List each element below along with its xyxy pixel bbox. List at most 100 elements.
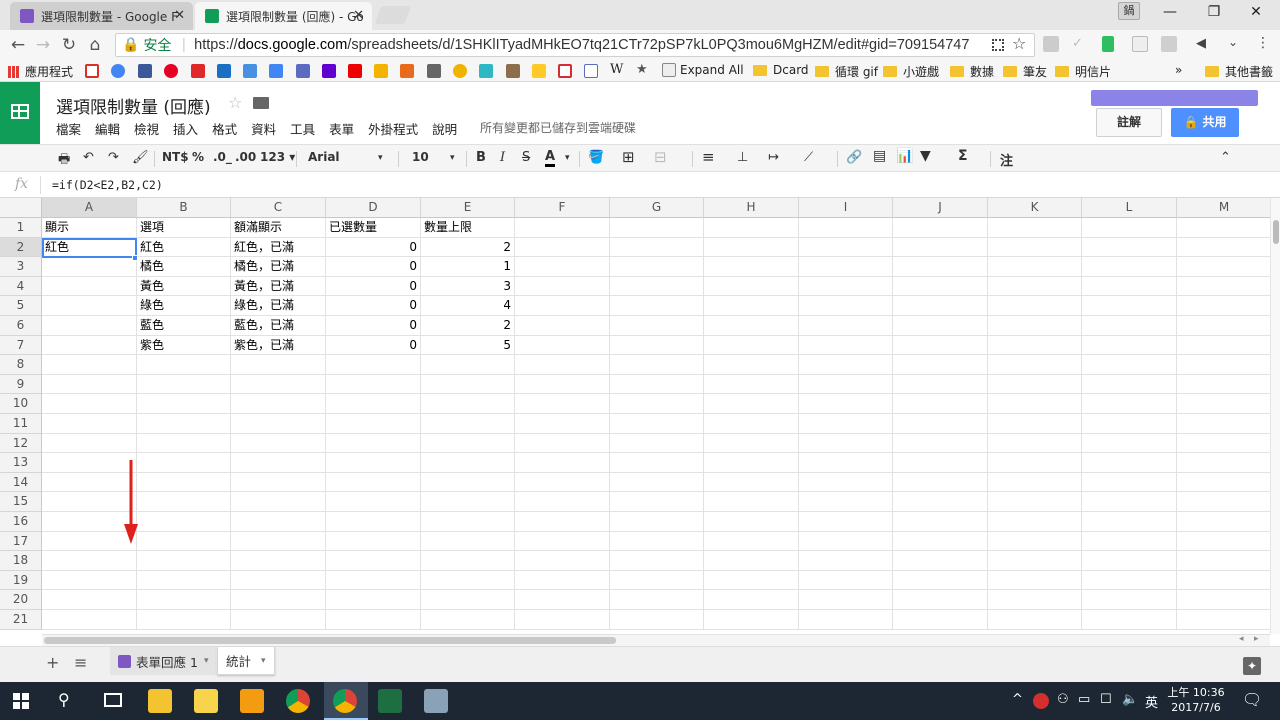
cell-g15[interactable] [610, 492, 704, 512]
cell-d17[interactable] [326, 531, 421, 552]
menu-insert[interactable]: 插入 [173, 119, 198, 138]
sheet-tab-form-responses[interactable]: 表單回應 1 ▾ [110, 647, 217, 675]
cell-m20[interactable] [1177, 590, 1270, 610]
cell-m14[interactable] [1177, 473, 1270, 493]
cell-j19[interactable] [893, 570, 988, 591]
cell-h20[interactable] [704, 590, 799, 610]
cell-i9[interactable] [799, 374, 893, 395]
cell-m15[interactable] [1177, 492, 1270, 512]
menu-form[interactable]: 表單 [329, 119, 354, 138]
cell-k8[interactable] [988, 355, 1082, 375]
italic-button[interactable]: I [500, 150, 505, 165]
cell-f14[interactable] [515, 472, 610, 493]
cell-f5[interactable] [515, 296, 610, 316]
cell-j21[interactable] [893, 610, 988, 630]
star-icon[interactable]: ☆ [228, 93, 242, 112]
cell-e15[interactable] [421, 492, 515, 512]
cell-c8[interactable] [231, 355, 326, 375]
extension-check-icon[interactable]: ✓ [1072, 36, 1088, 52]
cell-d11[interactable] [326, 414, 421, 434]
cell-i10[interactable] [799, 394, 893, 414]
link-icon[interactable]: 🔗 [846, 150, 862, 165]
cell-c12[interactable] [231, 433, 326, 454]
cell-d16[interactable] [326, 512, 421, 532]
menu-help[interactable]: 說明 [432, 119, 457, 138]
cell-b17[interactable] [137, 531, 231, 552]
excel-icon[interactable] [378, 689, 402, 713]
share-button[interactable]: 🔒 共用 [1171, 108, 1239, 137]
cell-l9[interactable] [1082, 374, 1177, 395]
cell-e4[interactable]: 3 [421, 276, 515, 297]
cell-b3[interactable]: 橘色 [137, 257, 231, 277]
cell-g11[interactable] [610, 414, 704, 434]
cell-l7[interactable] [1082, 335, 1177, 356]
cell-e17[interactable] [421, 531, 515, 552]
column-header-a[interactable]: A [42, 198, 137, 218]
cell-l6[interactable] [1082, 316, 1177, 336]
cell-i3[interactable] [799, 257, 893, 277]
cell-a8[interactable] [42, 355, 137, 375]
cell-a3[interactable] [42, 257, 137, 277]
column-header-c[interactable]: C [231, 198, 326, 218]
menu-addons[interactable]: 外掛程式 [368, 119, 418, 138]
cell-e5[interactable]: 4 [421, 296, 515, 316]
column-header-h[interactable]: H [704, 198, 799, 218]
cell-e12[interactable] [421, 433, 515, 454]
scroll-right-icon[interactable]: ▸ [1254, 634, 1259, 644]
yahoo-icon[interactable] [322, 64, 336, 78]
ime-indicator[interactable]: 英 [1145, 692, 1158, 711]
cell-j17[interactable] [893, 531, 988, 552]
extension-icon[interactable] [1043, 36, 1059, 52]
cell-a10[interactable] [42, 394, 137, 414]
cell-g9[interactable] [610, 374, 704, 395]
cell-c3[interactable]: 橘色，已滿 [231, 257, 326, 277]
user-badge[interactable]: 鍋 [1118, 2, 1140, 20]
column-header-d[interactable]: D [326, 198, 421, 218]
search-icon[interactable]: ⚲ [58, 690, 70, 709]
cell-i18[interactable] [799, 551, 893, 571]
cell-f13[interactable] [515, 453, 610, 473]
cell-g16[interactable] [610, 512, 704, 532]
cell-g21[interactable] [610, 610, 704, 630]
bold-button[interactable]: B [476, 150, 486, 165]
cell-k13[interactable] [988, 453, 1082, 473]
cell-f16[interactable] [515, 512, 610, 532]
merge-cells-icon[interactable]: ⊟ [654, 148, 667, 166]
cell-i6[interactable] [799, 316, 893, 336]
chevron-down-icon[interactable]: ⌄ [1228, 35, 1238, 49]
cell-k11[interactable] [988, 414, 1082, 434]
cell-g20[interactable] [610, 590, 704, 610]
cell-l5[interactable] [1082, 296, 1177, 316]
origami-icon[interactable] [400, 64, 414, 78]
cell-c11[interactable] [231, 414, 326, 434]
print-icon[interactable]: 🖶 [58, 150, 70, 172]
cell-l3[interactable] [1082, 257, 1177, 277]
cell-e21[interactable] [421, 610, 515, 630]
cell-j13[interactable] [893, 453, 988, 473]
cell-a12[interactable] [42, 433, 137, 454]
cell-b7[interactable]: 紫色 [137, 335, 231, 356]
restore-button[interactable]: ❐ [1194, 4, 1234, 20]
row-header[interactable]: 21 [0, 610, 42, 630]
cell-b18[interactable] [137, 551, 231, 571]
cell-h7[interactable] [704, 335, 799, 356]
cell-m1[interactable] [1177, 218, 1270, 238]
cell-m2[interactable] [1177, 238, 1270, 258]
close-tab-icon[interactable]: ✕ [174, 8, 185, 23]
text-wrap-icon[interactable]: ↦ [768, 150, 779, 165]
cell-h9[interactable] [704, 374, 799, 395]
cell-j8[interactable] [893, 355, 988, 375]
save-status[interactable]: 所有變更都已儲存到雲端硬碟 [480, 119, 636, 136]
bookmark-folder-penpal[interactable]: 筆友 [1003, 63, 1047, 80]
cell-f9[interactable] [515, 374, 610, 395]
row-header[interactable]: 8 [0, 355, 42, 375]
windows-start-icon[interactable] [13, 693, 29, 709]
m-icon[interactable] [479, 64, 493, 78]
cell-d2[interactable]: 0 [326, 237, 421, 258]
cell-k15[interactable] [988, 492, 1082, 512]
cell-g4[interactable] [610, 276, 704, 297]
cell-j9[interactable] [893, 374, 988, 395]
cell-h16[interactable] [704, 512, 799, 532]
document-title[interactable]: 選項限制數量 (回應) [56, 93, 211, 118]
cell-k12[interactable] [988, 433, 1082, 454]
